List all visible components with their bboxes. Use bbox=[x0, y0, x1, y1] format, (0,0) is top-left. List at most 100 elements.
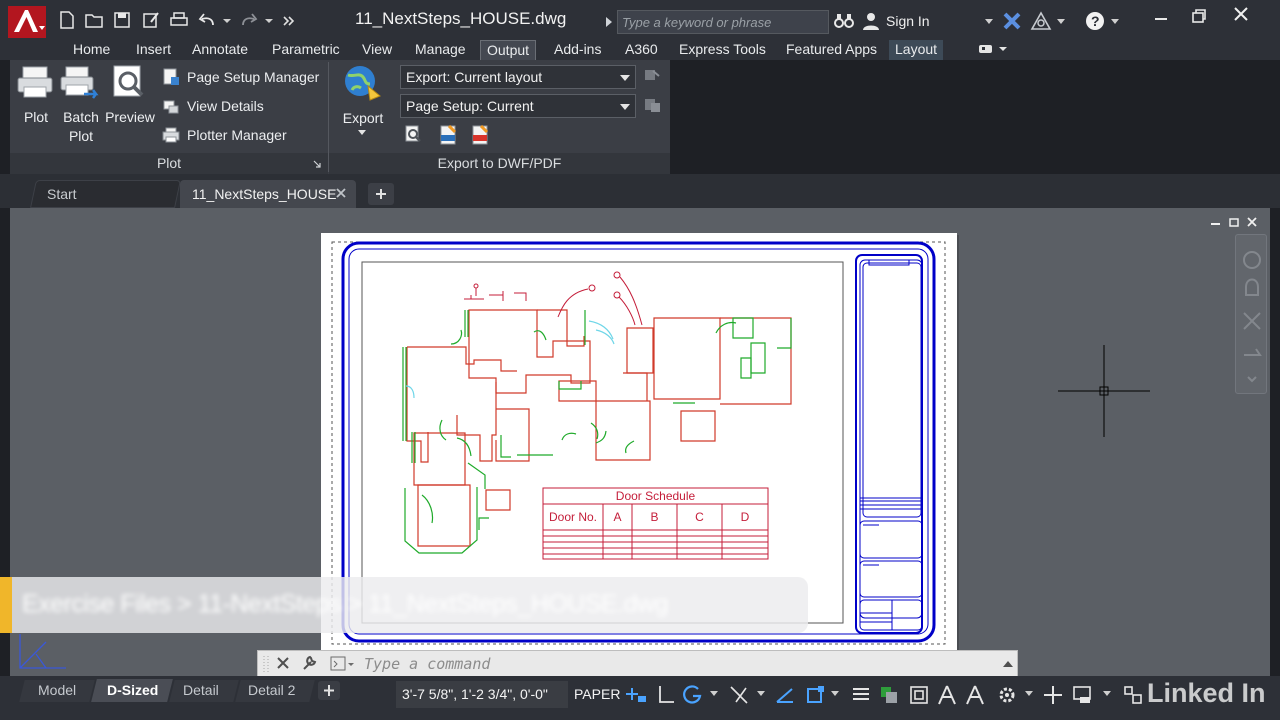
search-field[interactable] bbox=[617, 10, 829, 34]
panel-launcher-icon[interactable] bbox=[313, 160, 321, 168]
plot-preview-icon bbox=[113, 65, 144, 97]
tab-output[interactable]: Output bbox=[480, 40, 537, 60]
ortho-mode-icon[interactable] bbox=[656, 684, 678, 706]
save-as-icon[interactable] bbox=[142, 11, 160, 29]
command-line[interactable] bbox=[257, 650, 1018, 677]
isodraft-dropdown-icon[interactable] bbox=[756, 690, 766, 698]
units-dropdown-icon[interactable] bbox=[1102, 690, 1112, 698]
open-folder-icon[interactable] bbox=[85, 11, 103, 29]
add-layout-button[interactable] bbox=[318, 681, 340, 700]
snap-mode-icon[interactable] bbox=[622, 684, 650, 706]
workspace-dropdown-icon[interactable] bbox=[1024, 690, 1034, 698]
navigation-bar[interactable] bbox=[1235, 234, 1267, 394]
tab-view[interactable]: View bbox=[356, 40, 398, 60]
tab-layout[interactable]: Layout bbox=[889, 40, 944, 60]
more-commands-icon[interactable] bbox=[282, 11, 296, 29]
document-title: 11_NextSteps_HOUSE.dwg bbox=[355, 9, 567, 28]
export-options-icon[interactable] bbox=[644, 67, 662, 85]
tab-manage[interactable]: Manage bbox=[409, 40, 472, 60]
polar-tracking-icon[interactable] bbox=[682, 684, 704, 706]
door-schedule-header: A bbox=[613, 510, 622, 524]
object-snap-tracking-icon[interactable] bbox=[774, 684, 796, 706]
save-icon[interactable] bbox=[113, 11, 131, 29]
restore-window-icon[interactable] bbox=[1190, 7, 1208, 25]
page-setup-override-icon[interactable] bbox=[644, 96, 662, 114]
export-scope-select[interactable]: Export: Current layout bbox=[400, 65, 636, 89]
selection-cycling-icon[interactable] bbox=[908, 684, 930, 706]
tab-insert[interactable]: Insert bbox=[130, 40, 177, 60]
new-file-icon[interactable] bbox=[58, 11, 76, 29]
undo-dropdown-icon[interactable] bbox=[222, 11, 232, 29]
command-history-up-icon[interactable] bbox=[1002, 659, 1014, 669]
workspace-gear-icon[interactable] bbox=[996, 684, 1018, 706]
help-icon[interactable]: ? bbox=[1085, 11, 1105, 31]
tab-parametric[interactable]: Parametric bbox=[266, 40, 346, 60]
tab-add-ins[interactable]: Add-ins bbox=[548, 40, 607, 60]
tab-home[interactable]: Home bbox=[67, 40, 116, 60]
recent-commands-icon[interactable] bbox=[330, 655, 356, 673]
a360-dropdown-icon[interactable] bbox=[1056, 18, 1066, 26]
export-preview-icon[interactable] bbox=[404, 125, 422, 143]
tab-start[interactable]: Start bbox=[47, 180, 77, 208]
customize-wrench-icon[interactable] bbox=[300, 654, 318, 672]
export-button[interactable] bbox=[340, 64, 386, 140]
close-tab-icon[interactable] bbox=[335, 187, 347, 199]
ribbon-display-icon[interactable] bbox=[978, 43, 994, 55]
plot-icon[interactable] bbox=[170, 11, 188, 29]
auto-scale-icon[interactable] bbox=[964, 684, 986, 706]
paper-space-toggle[interactable]: PAPER bbox=[574, 686, 620, 702]
expand-arrow-icon[interactable] bbox=[605, 16, 613, 28]
close-command-line-icon[interactable] bbox=[276, 656, 290, 670]
tab-a360[interactable]: A360 bbox=[619, 40, 664, 60]
viewport-window-controls[interactable] bbox=[1208, 216, 1262, 230]
view-details-button[interactable]: View Details bbox=[160, 96, 322, 118]
undo-icon[interactable] bbox=[198, 11, 216, 29]
search-input[interactable] bbox=[618, 11, 828, 33]
help-dropdown-icon[interactable] bbox=[1110, 18, 1120, 26]
command-input[interactable] bbox=[364, 653, 984, 674]
page-setup-manager-button[interactable]: Page Setup Manager bbox=[160, 67, 322, 89]
annotation-visibility-icon[interactable] bbox=[936, 684, 958, 706]
layout-tab-d-sized[interactable]: D-Sized bbox=[107, 680, 158, 700]
exchange-apps-icon[interactable] bbox=[1002, 11, 1022, 31]
units-icon[interactable] bbox=[1072, 684, 1096, 706]
transparency-icon[interactable] bbox=[878, 684, 900, 706]
a360-icon[interactable] bbox=[1030, 11, 1052, 31]
quick-properties-icon[interactable] bbox=[1122, 684, 1144, 706]
door-schedule-title: Door Schedule bbox=[615, 489, 696, 503]
tab-house-drawing[interactable]: 11_NextSteps_HOUSE bbox=[192, 180, 336, 208]
tab-featured-apps[interactable]: Featured Apps bbox=[780, 40, 883, 60]
door-schedule-header: Door No. bbox=[548, 510, 598, 524]
tab-express-tools[interactable]: Express Tools bbox=[673, 40, 772, 60]
sign-in-link[interactable]: Sign In bbox=[886, 13, 930, 29]
object-snap-dropdown-icon[interactable] bbox=[830, 690, 840, 698]
layout-tab-detail-2[interactable]: Detail 2 bbox=[248, 680, 295, 700]
minimize-window-icon[interactable] bbox=[1152, 9, 1170, 27]
page-setup-select[interactable]: Page Setup: Current bbox=[400, 94, 636, 118]
binoculars-icon[interactable] bbox=[834, 13, 854, 29]
export-pdf-icon[interactable] bbox=[470, 125, 490, 145]
isodraft-icon[interactable] bbox=[728, 684, 750, 706]
layout-tab-model[interactable]: Model bbox=[38, 680, 76, 700]
plotter-manager-button[interactable]: Plotter Manager bbox=[160, 125, 322, 147]
lineweight-icon[interactable] bbox=[850, 684, 872, 706]
sign-in-dropdown-icon[interactable] bbox=[984, 18, 994, 26]
batch-plot-label-1: Batch bbox=[63, 109, 99, 125]
redo-icon[interactable] bbox=[240, 11, 258, 29]
plotter-manager-icon bbox=[162, 127, 180, 143]
polar-dropdown-icon[interactable] bbox=[709, 690, 719, 698]
grip-handle-icon[interactable] bbox=[262, 655, 270, 673]
application-menu-button[interactable] bbox=[8, 6, 46, 38]
close-window-icon[interactable] bbox=[1232, 5, 1250, 23]
layout-tab-detail[interactable]: Detail bbox=[183, 680, 219, 700]
export-dwfx-icon[interactable] bbox=[438, 125, 458, 145]
plus-icon bbox=[324, 685, 334, 696]
redo-dropdown-icon[interactable] bbox=[264, 11, 274, 29]
ribbon-display-dropdown-icon[interactable] bbox=[999, 45, 1007, 53]
tab-annotate[interactable]: Annotate bbox=[186, 40, 254, 60]
annotation-monitor-icon[interactable] bbox=[1042, 684, 1064, 706]
new-tab-button[interactable] bbox=[368, 183, 394, 205]
object-snap-icon[interactable] bbox=[804, 684, 826, 706]
door-schedule-header: D bbox=[740, 510, 750, 524]
export-dropdown-icon[interactable] bbox=[358, 130, 366, 136]
